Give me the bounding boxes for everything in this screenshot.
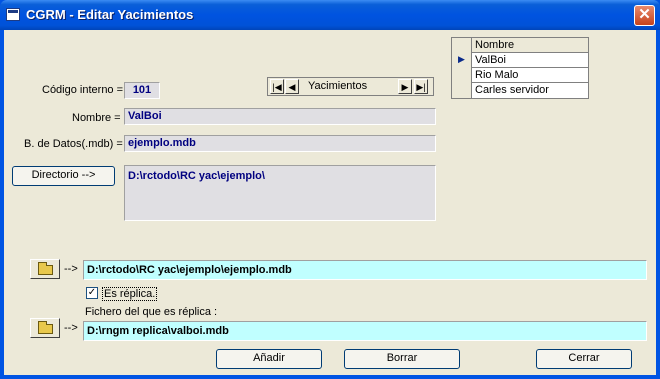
close-window-button[interactable]: ✕ xyxy=(634,5,655,26)
current-record-marker-icon: ▶ xyxy=(452,53,472,68)
next-record-button[interactable]: ▶ xyxy=(398,79,412,94)
grid-row[interactable]: Carles servidor xyxy=(452,83,588,98)
grid-cell-nombre[interactable]: Carles servidor xyxy=(475,84,549,96)
app-window: CGRM - Editar Yacimientos ✕ Código inter… xyxy=(0,0,660,379)
directorio-field[interactable]: D:\rctodo\RC yac\ejemplo\ xyxy=(124,165,436,221)
path-arrow: --> xyxy=(64,263,78,275)
prev-record-button[interactable]: ◀ xyxy=(285,79,299,94)
browse-replica-button[interactable] xyxy=(30,318,60,338)
title-bar[interactable]: CGRM - Editar Yacimientos ✕ xyxy=(0,0,660,30)
codigo-label: Código interno = xyxy=(42,84,124,96)
record-navigator: |◀ ◀ Yacimientos ▶ ▶| xyxy=(267,77,434,96)
replica-arrow: --> xyxy=(64,322,78,334)
close-button[interactable]: Cerrar xyxy=(536,349,632,369)
row-selector xyxy=(452,83,472,98)
grid-cell-nombre[interactable]: Rio Malo xyxy=(475,69,518,81)
browse-database-button[interactable] xyxy=(30,259,60,279)
directorio-button[interactable]: Directorio --> xyxy=(12,166,115,186)
grid-row[interactable]: ▶ ValBoi xyxy=(452,53,588,68)
app-icon xyxy=(6,8,20,21)
es-replica-label[interactable]: Es réplica. xyxy=(102,287,158,301)
grid-row[interactable]: Rio Malo xyxy=(452,68,588,83)
replica-path-field[interactable]: D:\rngm replica\valboi.mdb xyxy=(83,321,647,341)
row-selector xyxy=(452,68,472,83)
add-button[interactable]: Añadir xyxy=(216,349,322,369)
es-replica-checkbox[interactable]: ✓ xyxy=(86,287,98,299)
codigo-field[interactable]: 101 xyxy=(124,82,160,99)
last-record-button[interactable]: ▶| xyxy=(414,79,428,94)
delete-button[interactable]: Borrar xyxy=(344,349,460,369)
window-title: CGRM - Editar Yacimientos xyxy=(26,7,194,22)
grid-header-corner xyxy=(452,38,472,53)
open-folder-icon xyxy=(38,262,53,275)
bdatos-label: B. de Datos(.mdb) = xyxy=(24,138,123,150)
fichero-replica-label: Fichero del que es réplica : xyxy=(85,306,218,318)
nombre-field[interactable]: ValBoi xyxy=(124,108,436,125)
records-grid: Nombre ▶ ValBoi Rio Malo Carles servidor xyxy=(451,37,589,99)
navigator-label: Yacimientos xyxy=(308,80,368,92)
form-body: Código interno = 101 |◀ ◀ Yacimientos ▶ … xyxy=(4,30,656,375)
grid-header-nombre: Nombre xyxy=(475,39,515,51)
database-path-field[interactable]: D:\rctodo\RC yac\ejemplo\ejemplo.mdb xyxy=(83,260,647,280)
nombre-label: Nombre = xyxy=(72,112,121,124)
grid-header-row: Nombre xyxy=(452,38,588,53)
bdatos-field[interactable]: ejemplo.mdb xyxy=(124,135,436,152)
first-record-button[interactable]: |◀ xyxy=(270,79,284,94)
open-folder-icon xyxy=(38,321,53,334)
grid-cell-nombre[interactable]: ValBoi xyxy=(475,54,506,66)
